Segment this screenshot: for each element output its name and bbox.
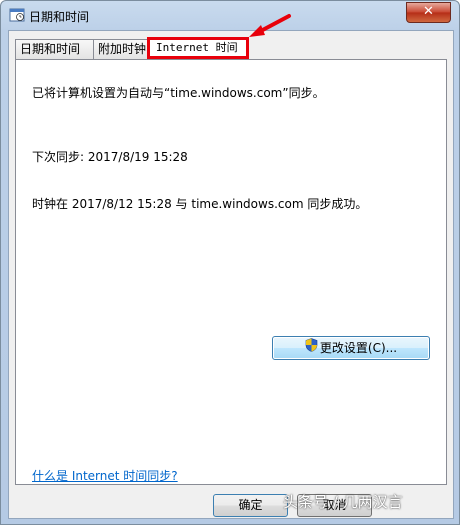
change-settings-label: 更改设置(C)... <box>319 341 398 355</box>
tab-internet-time[interactable]: Internet 时间 <box>147 37 249 59</box>
window-title: 日期和时间 <box>29 10 90 24</box>
watermark-text: 头条号 / 几两汉言 <box>283 493 403 511</box>
clock-icon <box>9 7 25 23</box>
tab-panel-internet-time: 已将计算机设置为自动与“time.windows.com”同步。 下次同步: 2… <box>15 59 447 485</box>
tab-date-time[interactable]: 日期和时间 <box>15 39 99 59</box>
dialog-client-area: 日期和时间 附加时钟 Internet 时间 已将计算机设置为自动与“time.… <box>8 30 454 519</box>
dialog-window: 日期和时间 ✕ 日期和时间 附加时钟 Internet 时间 已将计算机设置为自… <box>0 0 460 525</box>
close-button[interactable]: ✕ <box>406 2 451 23</box>
help-link[interactable]: 什么是 Internet 时间同步? <box>32 467 178 484</box>
next-sync-text: 下次同步: 2017/8/19 15:28 <box>32 150 188 164</box>
ok-button[interactable]: 确定 <box>213 494 288 517</box>
tab-additional-clocks[interactable]: 附加时钟 <box>93 39 155 59</box>
last-sync-text: 时钟在 2017/8/12 15:28 与 time.windows.com 同… <box>32 197 368 211</box>
red-arrow-annotation <box>249 14 291 37</box>
change-settings-button[interactable]: 更改设置(C)... <box>272 336 430 360</box>
tab-strip: 日期和时间 附加时钟 Internet 时间 <box>13 37 449 59</box>
title-bar[interactable]: 日期和时间 ✕ <box>1 1 459 29</box>
close-icon: ✕ <box>423 4 434 19</box>
uac-shield-icon <box>305 337 318 359</box>
sync-status-text: 已将计算机设置为自动与“time.windows.com”同步。 <box>32 86 325 100</box>
